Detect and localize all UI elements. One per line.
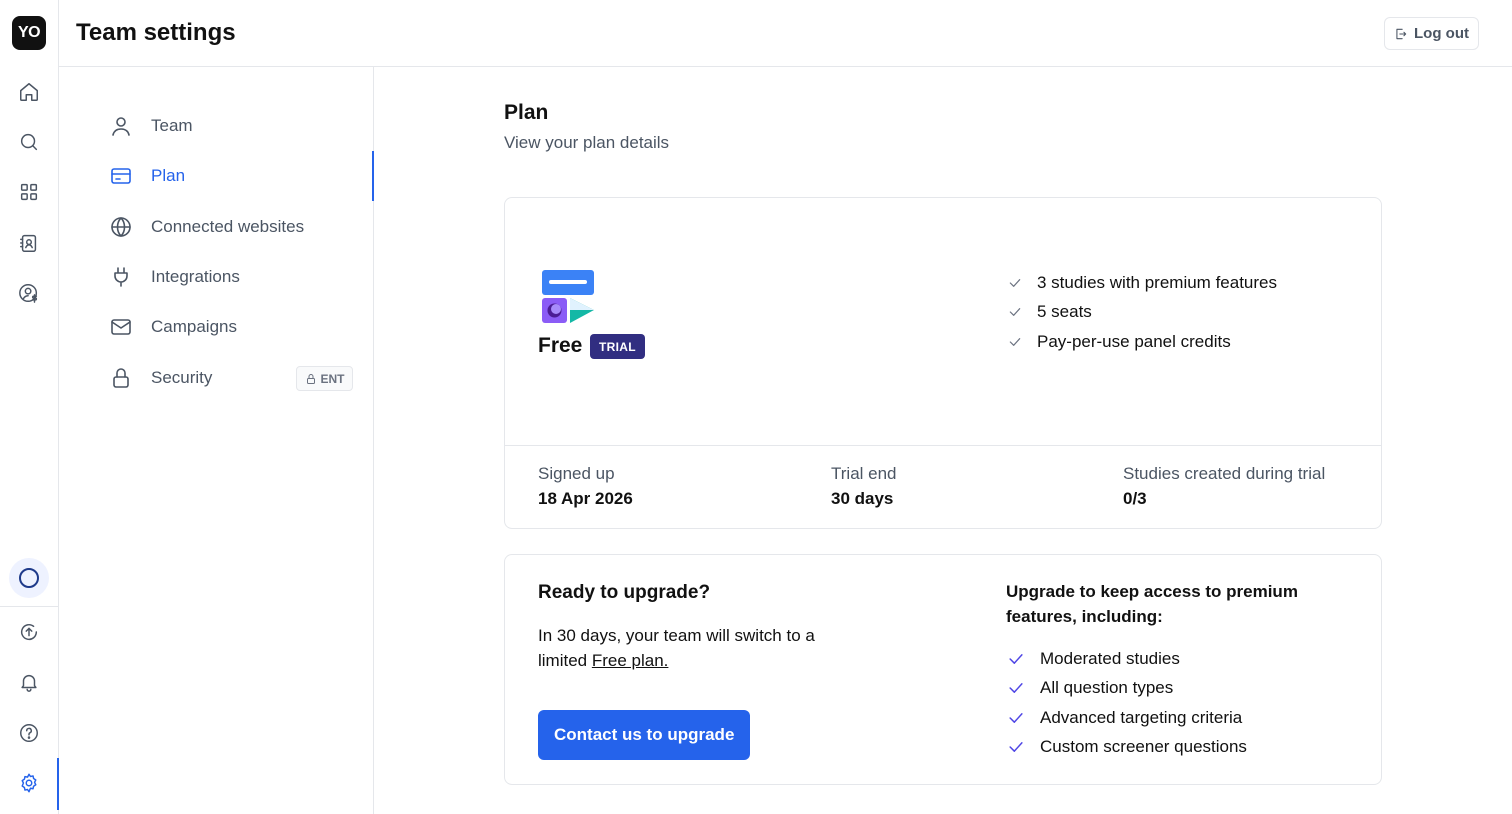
check-icon xyxy=(1009,742,1023,752)
help-icon xyxy=(20,724,38,742)
upgrade-feature-item: All question types xyxy=(1006,678,1173,698)
rail-billing-button[interactable] xyxy=(9,273,49,313)
enterprise-badge: ENT xyxy=(296,366,353,391)
left-rail: YO xyxy=(0,0,59,814)
section-subtitle: View your plan details xyxy=(504,133,670,152)
plan-card: Free TRIAL 3 studies with premium featur… xyxy=(504,197,1382,529)
page-title: Team settings xyxy=(76,19,236,46)
check-icon xyxy=(1009,308,1021,316)
status-circle-icon xyxy=(19,568,39,588)
upgrade-features-title: Upgrade to keep access to premium featur… xyxy=(1006,582,1298,626)
free-plan-link[interactable]: Free plan. xyxy=(592,651,669,670)
settings-nav-active-indicator xyxy=(372,151,374,201)
user-icon xyxy=(112,117,130,136)
enterprise-badge-label: ENT xyxy=(320,371,345,386)
check-icon xyxy=(1009,713,1023,723)
rail-home-button[interactable] xyxy=(9,72,49,112)
lock-icon xyxy=(306,373,315,384)
plan-feature-item: 5 seats xyxy=(1007,302,1092,322)
plug-icon xyxy=(114,267,128,287)
plan-feature-label: Pay-per-use panel credits xyxy=(1037,332,1231,351)
rail-settings-button[interactable] xyxy=(9,763,49,803)
rail-search-button[interactable] xyxy=(9,122,49,162)
rail-upload-button[interactable] xyxy=(9,612,49,652)
check-icon xyxy=(1009,279,1021,287)
upgrade-card: Ready to upgrade? In 30 days, your team … xyxy=(504,554,1382,785)
rail-contacts-button[interactable] xyxy=(9,223,49,263)
rail-help-button[interactable] xyxy=(9,713,49,753)
plan-feature-item: 3 studies with premium features xyxy=(1007,273,1277,293)
stat-value-signed-up: 18 Apr 2026 xyxy=(538,489,633,508)
upgrade-feature-item: Custom screener questions xyxy=(1006,737,1247,757)
settings-nav: Team Plan Connected websites Integration… xyxy=(59,67,374,814)
settings-nav-item-connected-websites[interactable]: Connected websites xyxy=(109,212,359,242)
plan-feature-label: 5 seats xyxy=(1037,302,1092,321)
section-title: Plan xyxy=(504,101,549,124)
plan-feature-item: Pay-per-use panel credits xyxy=(1007,332,1231,352)
upgrade-description: In 30 days, your team will switch to a l… xyxy=(538,623,858,673)
settings-nav-label: Plan xyxy=(151,166,186,185)
settings-nav-label: Integrations xyxy=(151,267,240,286)
rail-notifications-button[interactable] xyxy=(9,662,49,702)
settings-nav-item-plan[interactable]: Plan xyxy=(109,161,359,191)
contact-upgrade-button[interactable]: Contact us to upgrade xyxy=(538,710,751,760)
settings-nav-item-team[interactable]: Team xyxy=(109,111,359,141)
settings-nav-label: Team xyxy=(151,116,193,135)
plan-feature-label: 3 studies with premium features xyxy=(1037,273,1277,292)
lock-icon xyxy=(113,368,129,388)
upgrade-feature-item: Advanced targeting criteria xyxy=(1006,708,1242,728)
rail-divider xyxy=(0,606,58,607)
upgrade-description-text: In 30 days, your team will switch to a l… xyxy=(538,626,815,670)
stat-value-studies-created: 0/3 xyxy=(1123,489,1147,508)
upgrade-feature-label: Custom screener questions xyxy=(1040,737,1247,756)
upgrade-feature-label: Moderated studies xyxy=(1040,649,1180,668)
card-divider xyxy=(505,445,1381,446)
settings-nav-label: Connected websites xyxy=(151,217,305,236)
stat-label-trial-end: Trial end xyxy=(831,464,897,483)
plan-name: Free xyxy=(538,334,583,357)
status-circle[interactable] xyxy=(9,558,49,598)
upgrade-feature-label: Advanced targeting criteria xyxy=(1040,708,1243,727)
upgrade-feature-item: Moderated studies xyxy=(1006,649,1180,669)
trial-badge: TRIAL xyxy=(590,334,645,359)
settings-nav-label: Security xyxy=(151,368,213,387)
settings-nav-label: Campaigns xyxy=(151,317,237,336)
mail-icon xyxy=(111,319,131,335)
upgrade-title: Ready to upgrade? xyxy=(538,582,711,603)
check-icon xyxy=(1009,683,1023,693)
bell-icon xyxy=(21,674,37,692)
contacts-icon xyxy=(20,234,37,252)
search-icon xyxy=(20,133,38,151)
logout-icon xyxy=(1396,28,1407,39)
stat-label-studies-created: Studies created during trial xyxy=(1123,464,1326,483)
rail-grid-button[interactable] xyxy=(9,172,49,212)
top-header: Team settings Log out xyxy=(59,0,1512,67)
globe-icon xyxy=(111,217,131,237)
credit-card-icon xyxy=(111,168,131,184)
settings-nav-item-integrations[interactable]: Integrations xyxy=(109,262,359,292)
upgrade-feature-label: All question types xyxy=(1040,678,1174,697)
gear-icon xyxy=(21,773,37,793)
user-billing-icon xyxy=(19,284,38,303)
check-icon xyxy=(1009,654,1023,664)
app-logo[interactable]: YO xyxy=(12,16,46,50)
home-icon xyxy=(20,83,38,101)
stat-value-trial-end: 30 days xyxy=(831,489,894,508)
logout-label: Log out xyxy=(1414,25,1469,42)
plan-illustration-icon xyxy=(542,270,594,323)
settings-nav-item-campaigns[interactable]: Campaigns xyxy=(109,312,359,342)
upload-icon xyxy=(21,623,38,641)
logout-button[interactable]: Log out xyxy=(1384,17,1479,50)
check-icon xyxy=(1009,338,1021,346)
grid-icon xyxy=(20,183,38,201)
stat-label-signed-up: Signed up xyxy=(538,464,615,483)
